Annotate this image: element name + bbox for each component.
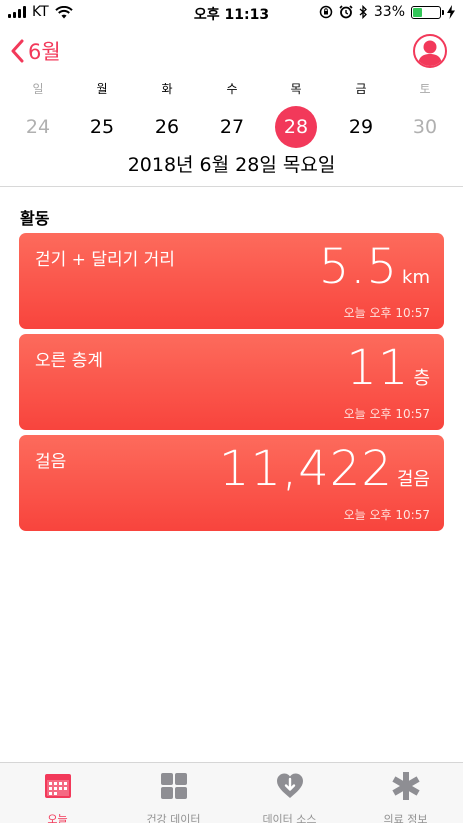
profile-icon [418,40,442,66]
weekday-fri: 금 [355,82,367,96]
card-value-wrap: 11 층 [346,340,430,396]
card-unit: 걸음 [396,469,430,490]
weekday-sun: 일 [32,82,44,96]
weekday-header: 일 월 화 수 목 금 토 [0,80,463,98]
battery-fill [413,7,422,17]
charging-bolt-icon [447,5,455,19]
tab-label: 건강 데이터 [146,813,201,823]
card-timestamp: 오늘 오후 10:57 [343,306,430,320]
alarm-icon [339,5,353,19]
tab-label: 의료 정보 [383,813,428,823]
card-timestamp: 오늘 오후 10:57 [343,508,430,522]
tab-health-data[interactable]: 건강 데이터 [116,771,231,823]
date-29[interactable]: 29 [341,108,381,146]
card-unit: 층 [413,368,430,389]
tab-medical-id[interactable]: 의료 정보 [348,771,463,823]
back-label: 6월 [28,40,61,64]
header-divider [0,186,463,187]
status-right: 33% [319,4,455,20]
bluetooth-icon [359,5,367,19]
date-25[interactable]: 25 [82,108,122,146]
card-steps[interactable]: 걸음 11,422 걸음 오늘 오후 10:57 [19,435,444,531]
battery-icon [411,5,444,19]
card-value-wrap: 5.5 km [319,239,430,295]
calendar-icon [44,774,71,798]
weekday-wed: 수 [226,82,238,96]
status-bar: KT 오후 11:13 33% [0,0,463,26]
tab-data-sources[interactable]: 데이터 소스 [232,771,347,823]
card-label: 걸음 [35,452,67,472]
card-label: 오른 층계 [35,351,103,371]
tab-today[interactable]: 오늘 [0,771,115,823]
tab-label: 데이터 소스 [262,813,317,823]
card-value-wrap: 11,422 걸음 [219,441,430,497]
weekday-sat: 토 [419,82,431,96]
weekday-mon: 월 [96,82,108,96]
tab-bar: 오늘 건강 데이터 데이터 소스 의료 정보 [0,762,463,823]
card-walking-running-distance[interactable]: 걷기 + 달리기 거리 5.5 km 오늘 오후 10:57 [19,233,444,329]
date-24[interactable]: 24 [18,108,58,146]
asterisk-icon [391,772,420,800]
card-value: 5.5 [318,239,399,295]
date-26[interactable]: 26 [147,108,187,146]
chevron-left-icon [11,39,24,63]
card-timestamp: 오늘 오후 10:57 [343,407,430,421]
back-button[interactable]: 6월 [10,36,61,66]
selected-full-date: 2018년 6월 28일 목요일 [127,154,336,176]
card-value: 11 [346,340,410,396]
battery-percent: 33% [373,4,405,20]
card-unit: km [402,267,430,288]
weekday-thu: 목 [290,82,302,96]
date-28-selected[interactable]: 28 [275,106,317,148]
date-30[interactable]: 30 [405,108,445,146]
date-strip: 24 25 26 27 28 29 30 [0,106,463,148]
profile-button[interactable] [413,34,447,68]
section-title-activity: 활동 [20,209,50,228]
grid-icon [160,773,187,799]
weekday-tue: 화 [161,82,173,96]
date-27[interactable]: 27 [212,108,252,146]
card-value: 11,422 [218,441,393,497]
card-label: 걷기 + 달리기 거리 [35,250,175,270]
card-flights-climbed[interactable]: 오른 층계 11 층 오늘 오후 10:57 [19,334,444,430]
orientation-lock-icon [319,5,333,19]
tab-label: 오늘 [47,813,68,823]
heart-download-icon [276,773,303,798]
